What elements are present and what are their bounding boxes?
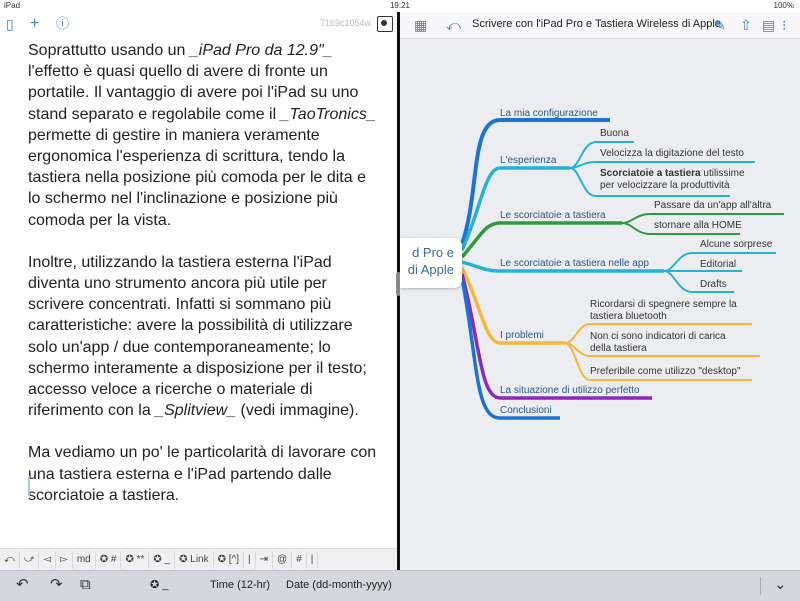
sidebar-toggle-icon[interactable]: ▯ <box>6 14 14 34</box>
time-shortcut-button[interactable]: Time (12-hr) <box>210 577 270 593</box>
kbbar-key[interactable]: md <box>73 551 96 569</box>
branch-configurazione[interactable]: La mia configurazione <box>500 108 598 119</box>
kbbar-key[interactable]: | <box>307 551 319 569</box>
branch-problemi[interactable]: I problemi <box>500 330 544 341</box>
node-spegnere[interactable]: Ricordarsi di spegnere sempre la tastier… <box>590 299 737 323</box>
paragraph[interactable]: Inoltre, utilizzando la tastiera esterna… <box>28 252 380 422</box>
notes-icon[interactable]: ▤ <box>762 15 775 35</box>
kbbar-key[interactable]: ▻ <box>56 551 73 569</box>
editor-toolbar: ▯ + ⓘ 7169c1054w <box>0 12 397 36</box>
kbbar-key[interactable]: # <box>292 551 307 569</box>
text-cursor <box>28 476 30 496</box>
bottom-bar: ↶ ↷ ⧉ ✪ _ Time (12-hr) Date (dd-month-yy… <box>0 570 800 601</box>
kbbar-key[interactable]: ✪ _ <box>149 551 176 569</box>
paragraph[interactable]: Soprattutto usando un _iPad Pro da 12.9"… <box>28 40 380 231</box>
mindmap-root-node[interactable]: d Pro e di Apple <box>400 238 462 288</box>
node-drafts[interactable]: Drafts <box>700 279 727 291</box>
paragraph[interactable]: Ma vediamo un po' le particolarità di la… <box>28 442 380 506</box>
battery-label: 100% <box>773 1 794 10</box>
document-body[interactable]: Soprattutto usando un _iPad Pro da 12.9"… <box>28 40 380 527</box>
node-editorial[interactable]: Editorial <box>700 259 736 271</box>
kbbar-key[interactable]: | <box>244 551 256 569</box>
text-run: permette di gestire in maniera veramente… <box>28 126 366 229</box>
node-velocizza[interactable]: Velocizza la digitazione del testo <box>600 148 744 160</box>
node-scorciatoie-rest: utilissime <box>703 168 745 179</box>
kbbar-key[interactable]: ⇥ <box>256 551 274 569</box>
mindmap-canvas <box>460 118 784 420</box>
branch-scorciatoie[interactable]: Le scorciatoie a tastiera <box>500 210 606 221</box>
root-node-line1: d Pro e <box>412 245 454 260</box>
editor-pane: ▯ + ⓘ 7169c1054w Soprattutto usando un _… <box>0 12 397 548</box>
emphasis-text: _TaoTronics_ <box>280 105 376 123</box>
node-scorciatoie-bold: Scorciatoie a tastiera <box>600 168 701 179</box>
bottom-separator <box>760 577 761 595</box>
document-hash: 7169c1054w <box>319 18 371 28</box>
mindmap-title: Scrivere con l'iPad Pro e Tastiera Wirel… <box>472 18 721 30</box>
mindmap-pane: d Pro e di Apple La mia configurazione L… <box>400 12 800 570</box>
kbbar-key[interactable]: ◅ <box>39 551 57 569</box>
kbbar-key[interactable]: ⤻ <box>20 551 40 569</box>
undo-icon[interactable]: ⤺ <box>446 15 461 35</box>
branch-situazione[interactable]: La situazione di utilizzo perfetto <box>500 385 640 396</box>
node-indicatori[interactable]: Non ci sono indicatori di carica della t… <box>590 331 726 355</box>
node-indicatori-line1: Non ci sono indicatori di carica <box>590 331 726 342</box>
node-home[interactable]: stornare alla HOME <box>654 220 742 232</box>
node-indicatori-line2: della tastiera <box>590 343 647 354</box>
clock: 19:21 <box>389 1 411 10</box>
snippet-button[interactable]: ✪ _ <box>150 577 168 593</box>
kbbar-key[interactable]: @ <box>273 551 293 569</box>
focus-mode-icon[interactable] <box>377 16 393 32</box>
add-icon[interactable]: + <box>30 14 39 34</box>
redo-icon[interactable]: ↷ <box>50 576 63 594</box>
branch-scorciatoie-app[interactable]: Le scorciatoie a tastiera nelle app <box>500 258 649 269</box>
kbbar-key[interactable]: ✪ ** <box>121 551 150 569</box>
emphasis-text: _iPad Pro da 12.9"_ <box>189 42 333 59</box>
info-icon[interactable]: ⓘ <box>56 14 69 34</box>
kbbar-key[interactable]: ✪ [^] <box>214 551 245 569</box>
kbbar-key[interactable]: ✪ Link <box>175 551 214 569</box>
text-run: Inoltre, utilizzando la tastiera esterna… <box>28 253 367 420</box>
text-run: (vedi immagine). <box>236 402 359 420</box>
hide-keyboard-icon[interactable]: ⌄ <box>774 576 787 594</box>
node-spegnere-line2: tastiera bluetooth <box>590 311 667 322</box>
branch-esperienza[interactable]: L'esperienza <box>500 155 556 166</box>
text-run: Soprattutto usando un <box>28 42 190 59</box>
kbbar-key[interactable]: ⤺ <box>0 551 20 569</box>
date-shortcut-button[interactable]: Date (dd-month-yyyy) <box>286 577 392 593</box>
root-node-line2: di Apple <box>407 262 454 277</box>
emphasis-text: _Splitview_ <box>155 402 237 420</box>
style-brush-icon[interactable]: ✎ <box>714 15 726 35</box>
node-scorciatoie-line2: per velocizzare la produttività <box>600 180 730 191</box>
mindmap-toolbar: ▦ ⤺ Scrivere con l'iPad Pro e Tastiera W… <box>400 12 800 39</box>
node-sorprese[interactable]: Alcune sorprese <box>700 239 772 251</box>
branch-line-scorciatoie <box>460 221 622 259</box>
node-passare-app[interactable]: Passare da un'app all'altra <box>654 200 771 212</box>
branch-line-configurazione <box>460 118 610 245</box>
node-desktop[interactable]: Preferibile come utilizzo "desktop" <box>590 366 741 378</box>
branch-conclusioni[interactable]: Conclusioni <box>500 405 552 416</box>
share-icon[interactable]: ⇧ <box>740 15 752 35</box>
node-spegnere-line1: Ricordarsi di spegnere sempre la <box>590 299 737 310</box>
outline-icon[interactable]: ⁝ <box>782 15 786 35</box>
status-bar: iPad 19:21 100% <box>0 0 800 12</box>
grid-icon[interactable]: ▦ <box>414 15 427 35</box>
clipboard-icon[interactable]: ⧉ <box>80 576 91 594</box>
kbbar-key[interactable]: ✪ # <box>96 551 122 569</box>
node-buona[interactable]: Buona <box>600 128 629 140</box>
undo-icon[interactable]: ↶ <box>16 576 29 594</box>
node-scorciatoie-tastiera[interactable]: Scorciatoie a tastiera utilissime per ve… <box>600 168 745 192</box>
markdown-keyboard-bar: ⤺ ⤻ ◅ ▻ md ✪ # ✪ ** ✪ _ ✪ Link ✪ [^] | ⇥ @ # | <box>0 548 397 571</box>
text-run: Ma vediamo un po' le particolarità di la… <box>28 444 377 504</box>
